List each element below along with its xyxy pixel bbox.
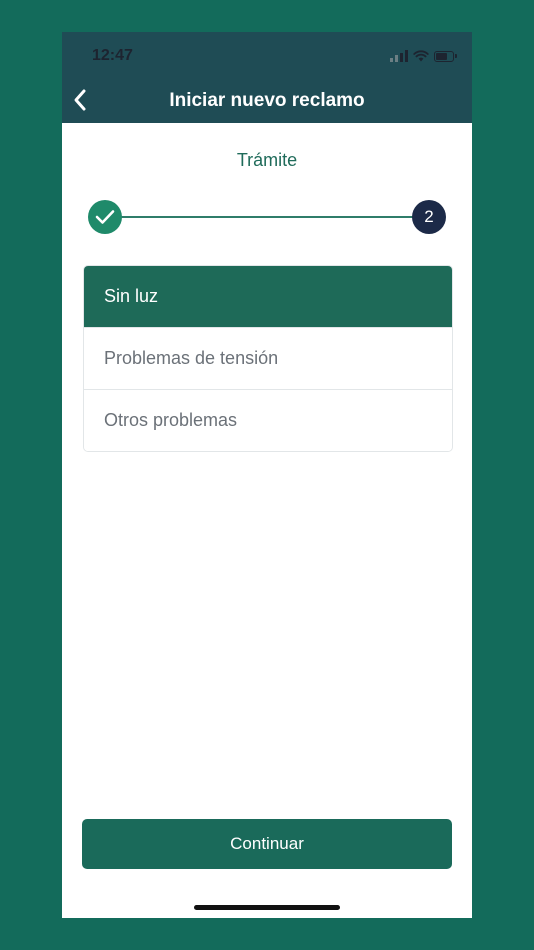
phone-screen: 12:47 Iniciar nuevo reclamo Trámite 2 Si… <box>62 32 472 918</box>
battery-icon <box>434 50 457 62</box>
stepper-line <box>120 216 414 218</box>
status-icons <box>390 48 457 64</box>
page-title: Iniciar nuevo reclamo <box>169 90 365 111</box>
option-sin-luz[interactable]: Sin luz <box>84 266 452 327</box>
status-time: 12:47 <box>92 47 133 64</box>
top-bar: 12:47 Iniciar nuevo reclamo <box>62 32 472 123</box>
wifi-icon <box>413 50 429 62</box>
check-icon <box>95 210 115 224</box>
option-problemas-de-tension[interactable]: Problemas de tensión <box>84 327 452 389</box>
home-indicator <box>194 905 340 910</box>
step-completed <box>88 200 122 234</box>
option-otros-problemas[interactable]: Otros problemas <box>84 389 452 451</box>
options-list: Sin luz Problemas de tensión Otros probl… <box>83 265 453 452</box>
step-current: 2 <box>412 200 446 234</box>
section-title: Trámite <box>236 150 298 170</box>
continue-button[interactable]: Continuar <box>82 819 452 869</box>
signal-icon <box>390 50 408 62</box>
